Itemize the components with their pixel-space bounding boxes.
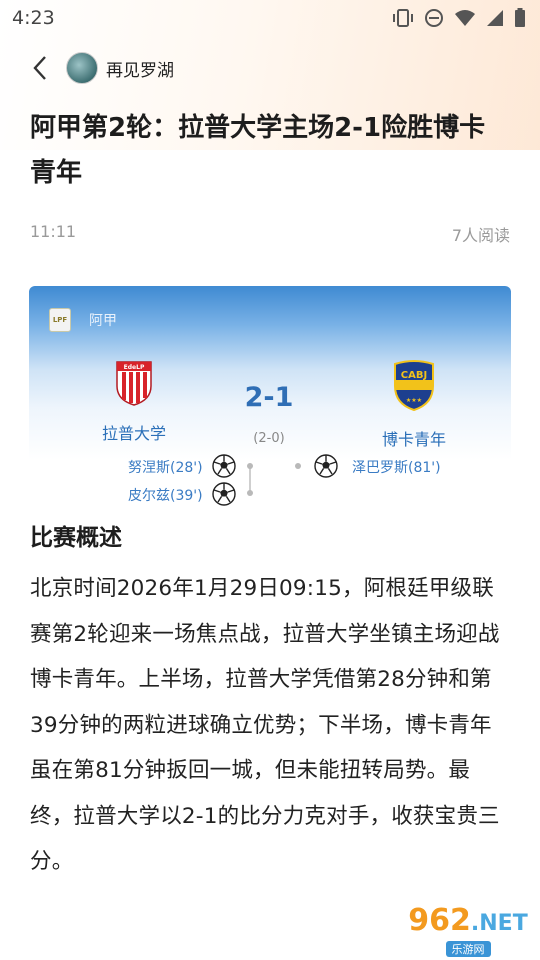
soccer-ball-icon	[212, 482, 236, 506]
soccer-ball-icon	[314, 454, 338, 478]
svg-text:★★★: ★★★	[406, 397, 422, 404]
section-title: 比赛概述	[30, 525, 122, 551]
half-time-score: (2-0)	[253, 431, 285, 446]
away-team-name: 博卡青年	[381, 430, 446, 449]
article-body: 北京时间2026年1月29日09:15，阿根廷甲级联赛第2轮迎来一场焦点战，拉普…	[30, 576, 500, 874]
article-meta: 11:11 7人阅读	[30, 222, 510, 246]
chevron-left-icon	[33, 56, 46, 80]
author-avatar[interactable]	[66, 52, 98, 84]
league-logo: LPF	[49, 308, 71, 332]
watermark-logo: 962.NET	[408, 902, 528, 938]
timeline-dot	[295, 463, 301, 469]
timeline-dot	[247, 490, 253, 496]
minus-circle-icon	[425, 9, 443, 27]
final-score: 2-1	[244, 382, 294, 413]
soccer-ball-icon	[212, 454, 236, 478]
back-button[interactable]	[18, 46, 62, 90]
timeline-line	[249, 466, 251, 492]
league-row: LPF 阿甲	[49, 308, 117, 332]
vibrate-icon	[393, 9, 413, 27]
battery-icon	[515, 8, 525, 27]
wifi-icon	[455, 10, 475, 26]
boca-crest-icon: CABJ ★★★	[394, 360, 434, 412]
timeline-dot	[247, 463, 253, 469]
publish-time: 11:11	[30, 222, 77, 241]
site-watermark: 962.NET 乐游网	[402, 902, 534, 957]
watermark-subtitle: 乐游网	[445, 940, 491, 957]
status-icons	[392, 8, 526, 28]
status-time: 4:23	[12, 7, 55, 29]
home-team-name: 拉普大学	[101, 424, 166, 443]
svg-text:CABJ: CABJ	[401, 370, 427, 381]
svg-text:EdeLP: EdeLP	[124, 364, 145, 371]
home-scorer: 皮尔兹(39')	[128, 488, 203, 504]
nav-bar: 再见罗湖	[0, 46, 540, 90]
status-bar: 4:23	[0, 0, 540, 36]
home-scorer: 努涅斯(28')	[128, 460, 203, 476]
home-team[interactable]: EdeLP 拉普大学	[74, 358, 194, 444]
away-team[interactable]: CABJ ★★★ 博卡青年	[354, 358, 474, 450]
away-scorer: 泽巴罗斯(81')	[352, 460, 441, 476]
read-count: 7人阅读	[451, 226, 510, 245]
signal-icon	[487, 10, 503, 26]
match-card[interactable]: LPF 阿甲 EdeLP 拉普大学 2-1 (2-0) CABJ ★★★ 博卡青…	[29, 286, 511, 460]
article-title: 阿甲第2轮：拉普大学主场2-1险胜博卡青年	[30, 113, 486, 188]
league-name: 阿甲	[89, 313, 117, 329]
author-name[interactable]: 再见罗湖	[106, 56, 174, 81]
estudiantes-crest-icon: EdeLP	[116, 361, 152, 406]
